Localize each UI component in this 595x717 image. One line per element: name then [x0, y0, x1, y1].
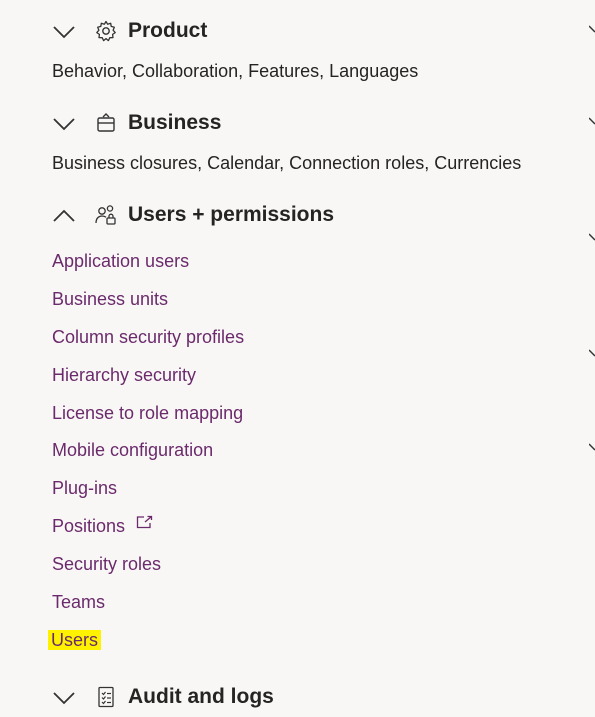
list-item: License to role mapping [52, 395, 244, 433]
section-audit-logs-header[interactable]: Audit and logs [52, 680, 274, 714]
chevron-up-icon[interactable] [52, 207, 76, 223]
users-permissions-links: Application users Business units Column … [48, 243, 244, 660]
section-users-permissions-header[interactable]: Users + permissions [52, 198, 334, 232]
section-product-description: Behavior, Collaboration, Features, Langu… [52, 61, 419, 81]
chevron-down-icon[interactable] [52, 23, 76, 39]
list-item: Hierarchy security [52, 357, 244, 395]
list-item: Users [48, 622, 244, 660]
chevron-down-icon [589, 117, 595, 125]
list-item: Mobile configuration [52, 432, 244, 470]
list-item: Column security profiles [52, 319, 244, 357]
users-lock-icon [95, 205, 116, 225]
list-item: Business units [52, 281, 244, 319]
link-positions[interactable]: Positions [52, 516, 125, 536]
list-item: Application users [52, 243, 244, 281]
section-business-title: Business [128, 111, 222, 134]
briefcase-icon [97, 113, 115, 132]
chevron-down-icon [589, 233, 595, 241]
link-mobile-configuration[interactable]: Mobile configuration [52, 440, 213, 460]
list-item: Plug-ins [52, 470, 244, 508]
link-users[interactable]: Users [48, 629, 102, 650]
section-business-header[interactable]: Business [52, 106, 221, 140]
section-product-header[interactable]: Product [52, 14, 207, 48]
link-hierarchy-security[interactable]: Hierarchy security [52, 365, 196, 385]
chevron-down-icon [589, 25, 595, 33]
list-item: Positions [52, 508, 244, 546]
chevron-down-icon[interactable] [52, 115, 76, 131]
open-external-icon[interactable] [136, 515, 154, 529]
adjacent-column-clipped [589, 0, 595, 717]
gear-icon [96, 20, 116, 42]
chevron-down-icon[interactable] [52, 689, 76, 705]
link-security-roles[interactable]: Security roles [52, 554, 161, 574]
chevron-down-icon [589, 349, 595, 357]
list-item: Teams [52, 584, 244, 622]
checklist-icon [98, 686, 114, 708]
section-business-description: Business closures, Calendar, Connection … [52, 153, 522, 173]
section-product-title: Product [128, 19, 208, 42]
link-business-units[interactable]: Business units [52, 289, 168, 309]
link-teams[interactable]: Teams [52, 592, 105, 612]
link-application-users[interactable]: Application users [52, 251, 189, 271]
chevron-down-icon [589, 443, 595, 451]
list-item: Security roles [52, 546, 244, 584]
link-license-to-role-mapping[interactable]: License to role mapping [52, 403, 243, 423]
section-users-permissions-title: Users + permissions [128, 203, 335, 226]
link-column-security-profiles[interactable]: Column security profiles [52, 327, 244, 347]
link-plug-ins[interactable]: Plug-ins [52, 478, 117, 498]
section-audit-logs-title: Audit and logs [128, 685, 274, 708]
